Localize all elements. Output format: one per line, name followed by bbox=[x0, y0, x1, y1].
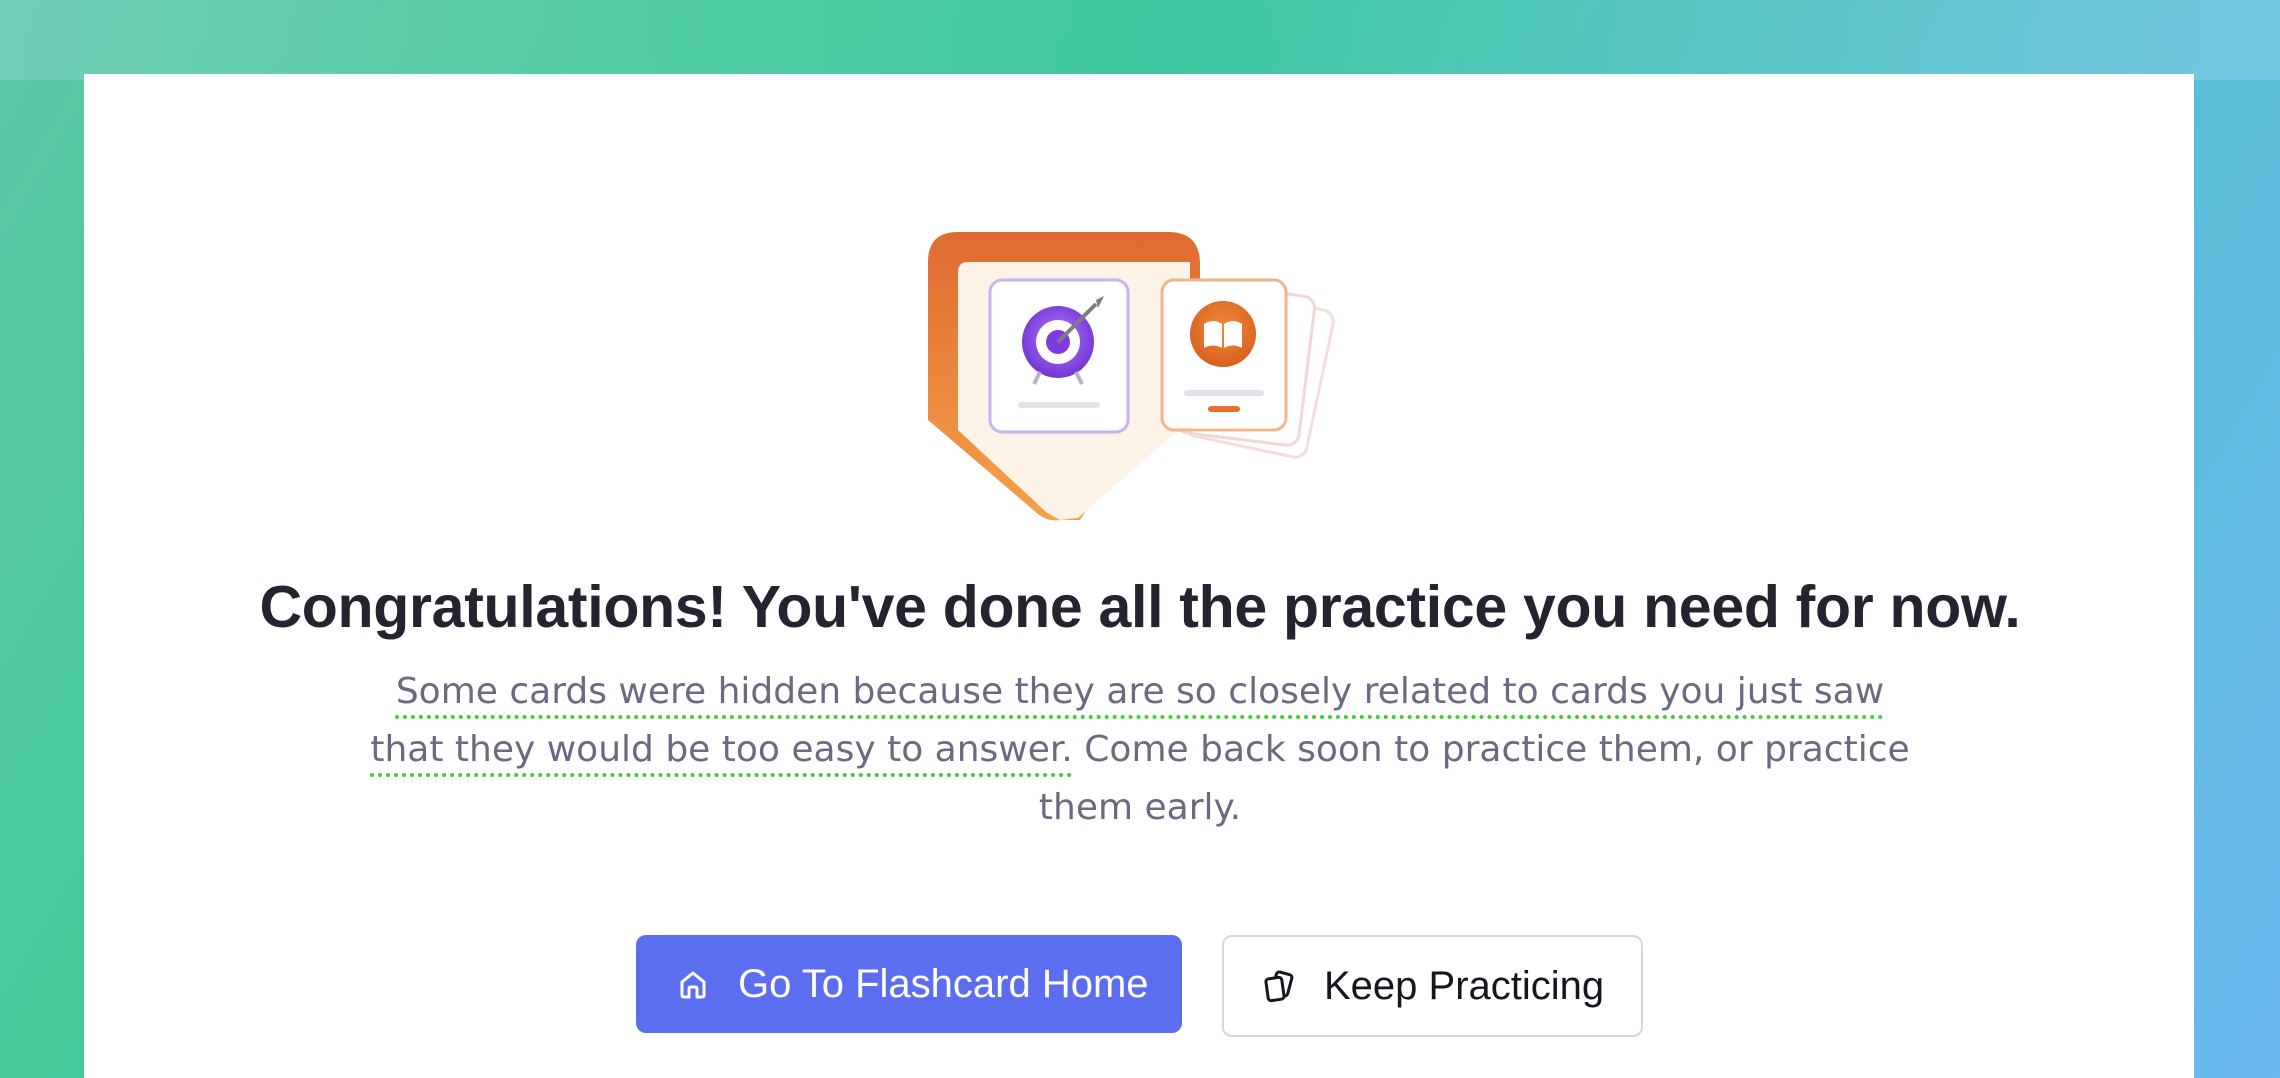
go-to-flashcard-home-button[interactable]: Go To Flashcard Home bbox=[636, 935, 1182, 1033]
keep-practicing-button[interactable]: Keep Practicing bbox=[1222, 935, 1643, 1037]
home-icon bbox=[674, 965, 712, 1003]
description-text: Some cards were hidden because they are … bbox=[360, 663, 1920, 837]
keep-button-label: Keep Practicing bbox=[1324, 963, 1605, 1008]
description-rest: Come back soon to practice them, or prac… bbox=[1038, 729, 1910, 828]
home-button-label: Go To Flashcard Home bbox=[738, 961, 1149, 1006]
cards-icon bbox=[1260, 967, 1298, 1005]
page-title: Congratulations! You've done all the pra… bbox=[259, 574, 2021, 640]
background-glow bbox=[0, 0, 2280, 80]
